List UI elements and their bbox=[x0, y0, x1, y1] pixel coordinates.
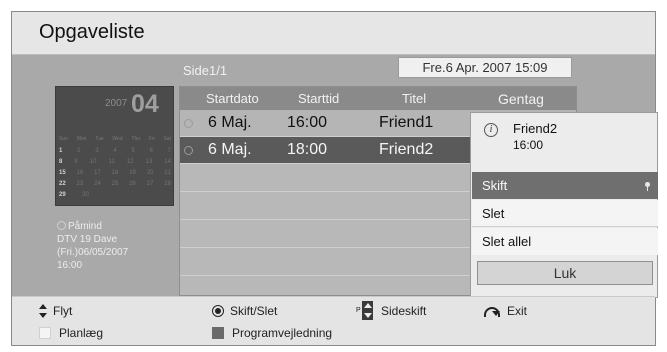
row-time: 16:00 bbox=[287, 114, 328, 131]
row-time: 18:00 bbox=[287, 141, 328, 158]
page-up-down-icon: P bbox=[356, 301, 376, 321]
clock-icon bbox=[57, 221, 66, 230]
return-arrow-icon bbox=[483, 306, 501, 317]
calendar-weekday-header: Sun Mon Tue Wed Thu Fri Sat bbox=[59, 136, 171, 142]
page-indicator: Side1/1 bbox=[183, 63, 228, 78]
calendar-day: 21 bbox=[164, 170, 171, 176]
clock-icon bbox=[184, 119, 193, 128]
current-datetime: Fre.6 Apr. 2007 15:09 bbox=[398, 57, 572, 78]
key-guide-bar: Flyt Skift/Slet P Sideskift Exit Planlæg… bbox=[12, 296, 655, 345]
weekday-label: Tue bbox=[95, 136, 104, 142]
calendar-day: 13 bbox=[145, 159, 153, 165]
calendar-day: 23 bbox=[76, 181, 84, 187]
hint-label: Flyt bbox=[53, 304, 73, 318]
hint-programvejledning: Programvejledning bbox=[212, 326, 332, 340]
up-down-arrows-icon bbox=[39, 304, 47, 318]
column-header-startdato: Startdato bbox=[206, 91, 259, 106]
menu-item-label: Skift bbox=[482, 178, 508, 193]
mini-calendar: 2007 04 Sun Mon Tue Wed Thu Fri Sat 1234… bbox=[55, 86, 174, 206]
weekday-label: Sun bbox=[59, 136, 68, 142]
popup-program-name: Friend2 bbox=[513, 121, 558, 136]
calendar-day: 20 bbox=[146, 170, 154, 176]
row-date: 6 Maj. bbox=[208, 141, 252, 158]
calendar-day: 5 bbox=[131, 148, 135, 154]
calendar-day: 27 bbox=[146, 181, 154, 187]
calendar-week: 15 16 17 18 19 20 21 bbox=[59, 170, 171, 176]
reminder-date: (Fri.)06/05/2007 bbox=[57, 247, 129, 258]
calendar-day: 15 bbox=[59, 170, 66, 176]
column-header-starttid: Starttid bbox=[298, 91, 340, 106]
column-header-titel: Titel bbox=[402, 91, 427, 106]
row-title: Friend2 bbox=[379, 141, 434, 158]
row-date: 6 Maj. bbox=[208, 114, 252, 131]
reminder-info: Påmind DTV 19 Dave (Fri.)06/05/2007 16:0… bbox=[57, 220, 128, 272]
calendar-day: 3 bbox=[95, 148, 99, 154]
calendar-day: 18 bbox=[111, 170, 119, 176]
weekday-label: Mon bbox=[76, 136, 87, 142]
hint-label: Skift/Slet bbox=[230, 304, 278, 318]
calendar-day: 7 bbox=[167, 148, 171, 154]
table-header: Startdato Starttid Titel Gentag bbox=[180, 87, 576, 110]
weekday-label: Thu bbox=[131, 136, 141, 142]
menu-item-skift[interactable]: Skift bbox=[472, 172, 658, 199]
hint-label: Programvejledning bbox=[232, 326, 333, 340]
calendar-day: 22 bbox=[59, 181, 66, 187]
calendar-week: 8 9 10 11 12 13 14 bbox=[59, 159, 171, 165]
weekday-label: Fri bbox=[148, 136, 155, 142]
hint-exit: Exit bbox=[483, 304, 527, 318]
calendar-day: 1 bbox=[59, 148, 63, 154]
reminder-channel: DTV 19 Dave bbox=[57, 234, 118, 245]
close-button[interactable]: Luk bbox=[477, 261, 653, 285]
options-popup: i Friend2 16:00 Skift Slet Slet allel Lu… bbox=[470, 112, 658, 298]
menu-item-slet[interactable]: Slet bbox=[472, 200, 658, 227]
calendar-week: 1 2 3 4 5 6 7 bbox=[59, 148, 171, 154]
hint-label: Sideskift bbox=[381, 304, 427, 318]
calendar-day: 8 bbox=[59, 159, 63, 165]
calendar-day: 14 bbox=[164, 159, 171, 165]
calendar-day: 29 bbox=[59, 192, 66, 198]
calendar-day: 2 bbox=[77, 148, 81, 154]
row-title: Friend1 bbox=[379, 114, 434, 131]
clock-icon bbox=[184, 146, 193, 155]
calendar-day: 28 bbox=[164, 181, 171, 187]
calendar-day: 12 bbox=[126, 159, 134, 165]
calendar-week: 22 23 24 25 26 27 28 bbox=[59, 181, 171, 187]
hint-flyt: Flyt bbox=[39, 304, 72, 318]
calendar-month: 04 bbox=[131, 90, 159, 118]
title-bar: Opgaveliste bbox=[12, 12, 655, 55]
popup-program-time: 16:00 bbox=[513, 138, 544, 152]
calendar-day: 25 bbox=[111, 181, 119, 187]
column-header-gentag: Gentag bbox=[498, 91, 544, 107]
calendar-day: 6 bbox=[149, 148, 153, 154]
color-key-icon bbox=[212, 327, 224, 339]
pointer-icon bbox=[645, 182, 650, 191]
ok-button-icon bbox=[212, 305, 224, 317]
calendar-week: 29 30 bbox=[59, 192, 171, 198]
calendar-day: 30 bbox=[82, 192, 89, 198]
calendar-day: 24 bbox=[94, 181, 101, 187]
calendar-day: 26 bbox=[129, 181, 136, 187]
schedule-list-panel: Opgaveliste Side1/1 Fre.6 Apr. 2007 15:0… bbox=[11, 11, 658, 346]
color-key-icon bbox=[39, 327, 51, 339]
hint-label: Planlæg bbox=[59, 326, 104, 340]
calendar-day: 16 bbox=[76, 170, 84, 176]
calendar-day: 17 bbox=[94, 170, 101, 176]
hint-label: Exit bbox=[507, 304, 528, 318]
menu-item-slet-alle[interactable]: Slet allel bbox=[472, 228, 658, 255]
weekday-label: Wed bbox=[112, 136, 123, 142]
page-title: Opgaveliste bbox=[39, 21, 145, 43]
calendar-year: 2007 bbox=[105, 98, 128, 109]
info-icon: i bbox=[484, 123, 498, 137]
hint-sideskift: P Sideskift bbox=[356, 301, 426, 321]
weekday-label: Sat bbox=[163, 136, 171, 142]
calendar-day: 19 bbox=[129, 170, 136, 176]
hint-skift-slet: Skift/Slet bbox=[212, 304, 277, 318]
calendar-day: 9 bbox=[74, 159, 78, 165]
reminder-label: Påmind bbox=[68, 221, 102, 232]
calendar-day: 4 bbox=[113, 148, 117, 154]
calendar-day: 10 bbox=[89, 159, 97, 165]
calendar-day: 11 bbox=[108, 159, 115, 165]
hint-planlaeg: Planlæg bbox=[39, 326, 103, 340]
reminder-time: 16:00 bbox=[57, 260, 83, 271]
